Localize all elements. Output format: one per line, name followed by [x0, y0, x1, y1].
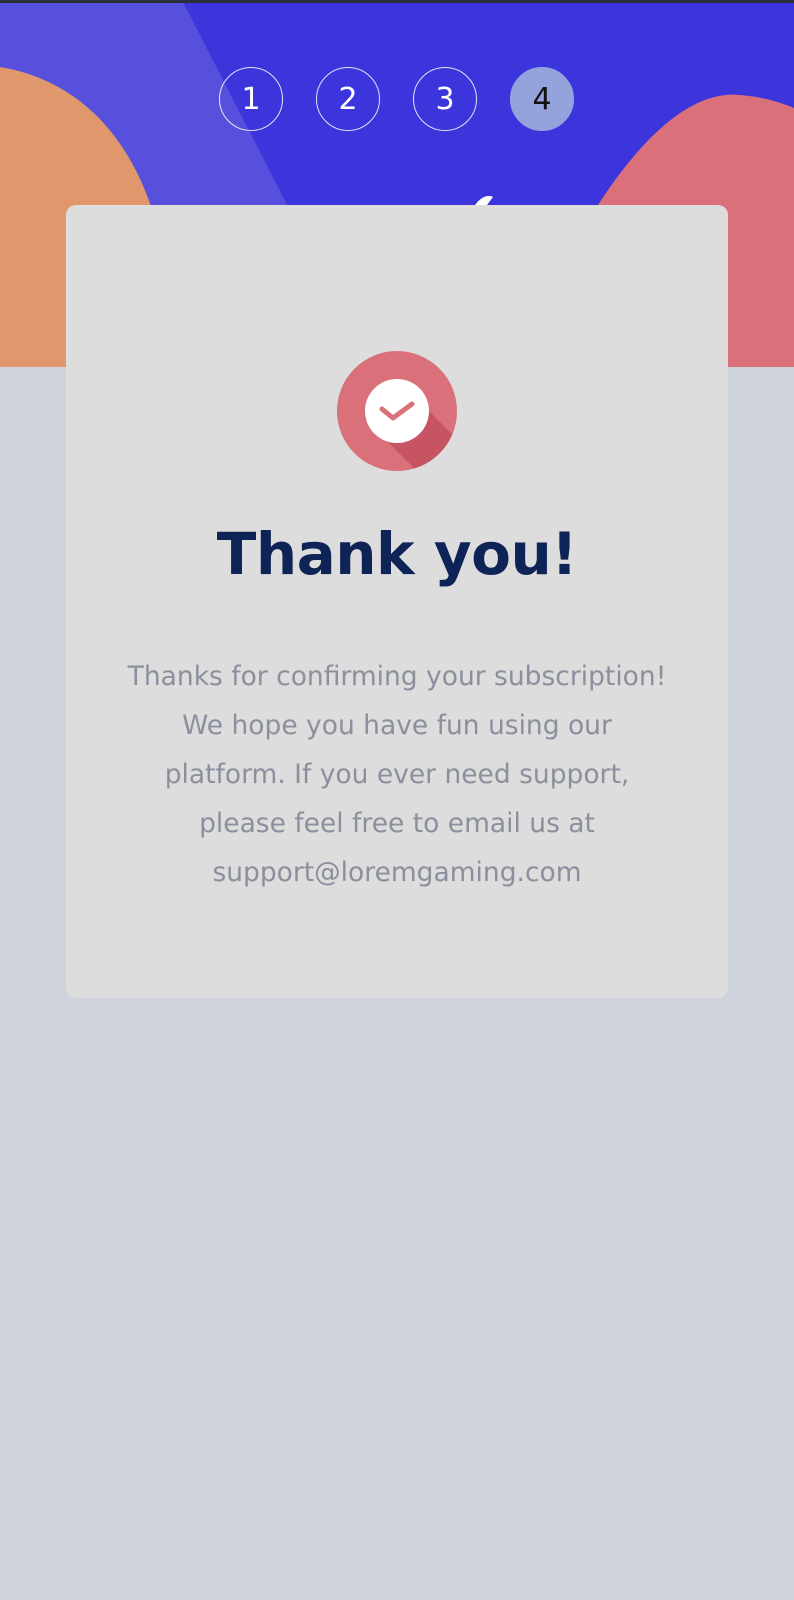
message-line: We hope you have fun using our: [182, 710, 612, 741]
message-line: Thanks for confirming your subscription!: [127, 661, 667, 692]
message-line: please feel free to email us at: [199, 808, 595, 839]
step-1-button[interactable]: 1: [219, 67, 283, 131]
step-2-button[interactable]: 2: [316, 67, 380, 131]
white-sliver-shape: [475, 195, 493, 205]
step-4-button[interactable]: 4: [510, 67, 574, 131]
step-indicator: 1 2 3 4: [219, 67, 574, 131]
top-rule: [0, 0, 794, 3]
thank-you-title: Thank you!: [216, 520, 578, 588]
confirmation-message: Thanks for confirming your subscription!…: [90, 652, 704, 897]
support-email: support@loremgaming.com: [212, 857, 582, 888]
step-3-button[interactable]: 3: [413, 67, 477, 131]
thank-you-card: Thank you! Thanks for confirming your su…: [66, 205, 728, 998]
message-line: platform. If you ever need support,: [164, 759, 630, 790]
checkmark-icon: [337, 351, 457, 471]
